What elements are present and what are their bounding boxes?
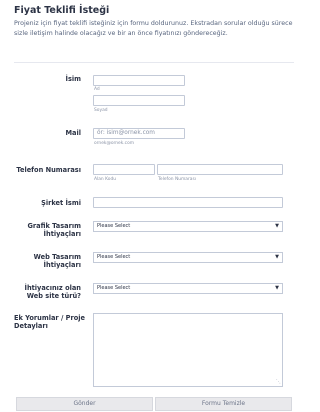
chevron-down-icon: ▼ bbox=[275, 223, 279, 229]
submit-button[interactable]: Gönder bbox=[16, 397, 153, 411]
first-name-sublabel: Ad bbox=[94, 87, 100, 92]
last-name-input[interactable] bbox=[93, 95, 185, 106]
web-design-select[interactable]: Please Select ▼ bbox=[93, 252, 283, 263]
website-type-select[interactable]: Please Select ▼ bbox=[93, 283, 283, 294]
phone-number-sublabel: Telefon Numarası bbox=[158, 177, 197, 182]
divider bbox=[14, 62, 294, 63]
form-title: Fiyat Teklifi İsteği bbox=[14, 5, 110, 16]
chevron-down-icon: ▼ bbox=[275, 254, 279, 260]
web-design-selected: Please Select bbox=[97, 254, 131, 260]
email-label: Mail bbox=[65, 129, 81, 137]
resize-handle-icon[interactable]: ⋱ bbox=[276, 379, 281, 385]
graphic-design-select[interactable]: Please Select ▼ bbox=[93, 221, 283, 232]
last-name-sublabel: Soyad bbox=[94, 108, 108, 113]
email-input[interactable]: ör: isim@ornek.com bbox=[93, 128, 185, 139]
graphic-design-label: Grafik Tasarım İhtiyaçları bbox=[27, 222, 81, 238]
comments-textarea[interactable]: ⋱ bbox=[93, 313, 283, 387]
chevron-down-icon: ▼ bbox=[275, 285, 279, 291]
area-code-input[interactable] bbox=[93, 164, 155, 175]
email-sublabel: ornek@ornek.com bbox=[94, 141, 135, 146]
company-label: Şirket İsmi bbox=[41, 199, 81, 207]
phone-number-input[interactable] bbox=[157, 164, 283, 175]
name-label: İsim bbox=[65, 75, 81, 83]
form-description: Projeniz için fiyat teklifi isteğiniz iç… bbox=[14, 20, 293, 37]
clear-form-button[interactable]: Formu Temizle bbox=[155, 397, 292, 411]
area-code-sublabel: Alan Kodu bbox=[94, 177, 117, 182]
graphic-design-selected: Please Select bbox=[97, 223, 131, 229]
web-design-label: Web Tasarım İhtiyaçları bbox=[33, 253, 81, 269]
website-type-label: İhtiyacınız olan Web site türü? bbox=[24, 284, 82, 300]
comments-label: Ek Yorumlar / Proje Detayları bbox=[14, 314, 86, 330]
first-name-input[interactable] bbox=[93, 75, 185, 86]
phone-label: Telefon Numarası bbox=[16, 166, 81, 174]
website-type-selected: Please Select bbox=[97, 285, 131, 291]
company-input[interactable] bbox=[93, 197, 283, 208]
